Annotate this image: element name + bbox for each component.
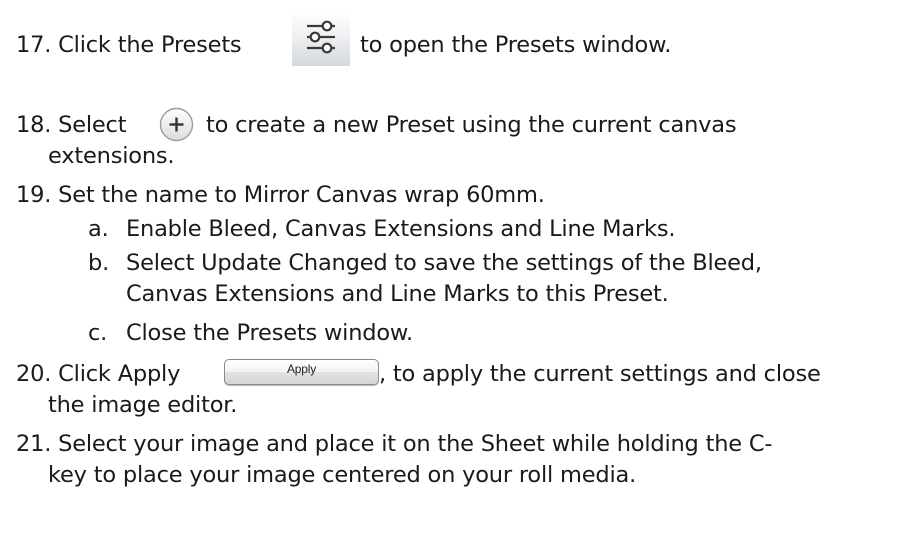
step-19b-body: Select Update Changed to save the settin… [126,248,762,278]
step-19c: c. [88,318,107,348]
step-19c-text: Close the Presets window. [126,320,414,346]
step-19b-text: Select Update Changed to save the settin… [126,250,762,276]
step-19a-text: Enable Bleed, Canvas Extensions and Line… [126,216,676,242]
step-18-text-after: to create a new Preset using the current… [206,112,737,138]
step-19c-body: Close the Presets window. [126,318,413,348]
step-17-text-after: to open the Presets window. [360,32,672,58]
step-19-text: 19. Set the name to Mirror Canvas wrap 6… [16,182,545,208]
step-21-text-cont: key to place your image centered on your… [48,462,637,488]
step-21: 21. Select your image and place it on th… [16,429,773,459]
step-20-text-before: 20. Click Apply [16,361,181,387]
add-preset-button[interactable] [155,103,198,146]
circle-plus-icon [159,107,194,142]
step-18: 18. Select [16,110,127,140]
step-20-text-cont: the image editor. [48,392,238,418]
step-17: 17. Click the Presets [16,30,242,60]
step-20-after: , to apply the current settings and clos… [379,359,821,389]
apply-button[interactable]: Apply [224,359,379,385]
step-18-after: to create a new Preset using the current… [206,110,737,140]
step-19: 19. Set the name to Mirror Canvas wrap 6… [16,180,545,210]
step-19a: a. [88,214,109,244]
sliders-icon [307,20,335,54]
step-19b-continuation: Canvas Extensions and Line Marks to this… [126,279,669,309]
step-18-text-before: 18. Select [16,112,127,138]
step-17-after: to open the Presets window. [360,30,671,60]
apply-button-label: Apply [286,362,317,376]
step-19a-body: Enable Bleed, Canvas Extensions and Line… [126,214,676,244]
step-19b-marker: b. [88,250,110,276]
step-18-text-cont: extensions. [48,143,175,169]
step-21-text: 21. Select your image and place it on th… [16,431,773,457]
step-21-continuation: key to place your image centered on your… [48,460,636,490]
step-18-continuation: extensions. [48,141,175,171]
step-20-continuation: the image editor. [48,390,237,420]
step-19a-marker: a. [88,216,109,242]
step-19c-marker: c. [88,320,108,346]
step-19b: b. [88,248,109,278]
step-20-text-after: , to apply the current settings and clos… [379,361,821,387]
presets-sliders-icon[interactable] [292,12,350,66]
step-19b-text-cont: Canvas Extensions and Line Marks to this… [126,281,669,307]
step-20: 20. Click Apply [16,359,180,389]
step-17-text-before: 17. Click the Presets [16,32,242,58]
